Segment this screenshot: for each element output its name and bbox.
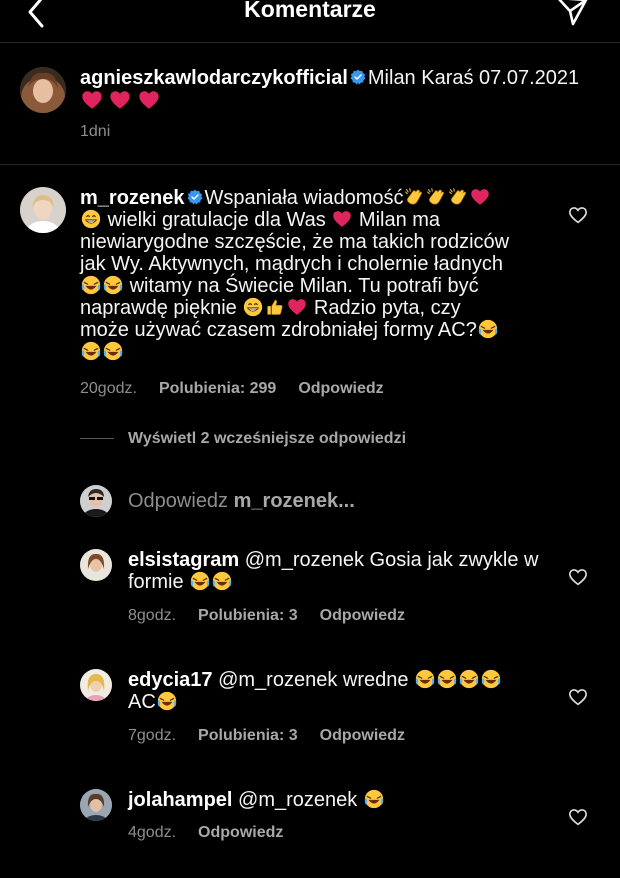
- verified-badge-icon: [187, 189, 203, 205]
- comment-line: Wspaniała wiadomość: [204, 187, 404, 209]
- reply-username[interactable]: elsistagram: [128, 549, 239, 571]
- caption-time: 1dni: [80, 123, 111, 140]
- grinning-face-emoji-icon: [81, 209, 101, 229]
- clapping-hands-emoji-icon: [448, 187, 468, 207]
- divider-line: [80, 438, 114, 440]
- tears-of-joy-emoji-icon: [481, 669, 501, 689]
- comment-line: naprawdę pięknie: [80, 297, 237, 319]
- reply-time: 7godz.: [128, 727, 177, 744]
- reply-time: 8godz.: [128, 607, 177, 624]
- post-caption: agnieszkawlodarczykofficial Milan Karaś 0…: [0, 43, 620, 165]
- heart-outline-icon[interactable]: [568, 688, 588, 706]
- comment-line: Radzio pyta, czy: [313, 297, 461, 319]
- tears-of-joy-emoji-icon: [415, 669, 435, 689]
- tears-of-joy-emoji-icon: [212, 571, 232, 591]
- reply-text: elsistagram @m_rozenek Gosia jak zwykle …: [128, 549, 548, 593]
- tears-of-joy-emoji-icon: [478, 319, 498, 339]
- page-title: Komentarze: [244, 0, 376, 22]
- grinning-face-emoji-icon: [243, 297, 263, 317]
- reply-line: formie: [128, 571, 184, 593]
- comment-text: m_rozenek Wspaniała wiadomość wielki grat…: [80, 187, 560, 363]
- reply-meta: 7godz. Polubienia: 3 Odpowiedz: [128, 727, 427, 745]
- avatar[interactable]: [20, 187, 66, 233]
- heart-outline-icon[interactable]: [568, 206, 588, 224]
- red-heart-emoji-icon: [287, 297, 307, 317]
- avatar[interactable]: [80, 789, 112, 821]
- red-heart-emoji-icon: [470, 187, 490, 207]
- red-heart-emoji-icon: [332, 209, 352, 229]
- tears-of-joy-emoji-icon: [459, 669, 479, 689]
- tears-of-joy-emoji-icon: [157, 691, 177, 711]
- reply-button[interactable]: Odpowiedz: [298, 380, 383, 397]
- reply-placeholder-user: m_rozenek...: [233, 490, 355, 512]
- reply-time: 4godz.: [128, 824, 177, 841]
- comment-time: 20godz.: [80, 380, 137, 397]
- top-bar: Komentarze: [0, 0, 620, 43]
- reply-text: edycia17 @m_rozenek wredne AC: [128, 669, 548, 713]
- reply-meta: 8godz. Polubienia: 3 Odpowiedz: [128, 607, 427, 625]
- view-replies-label: Wyświetl 2 wcześniejsze odpowiedzi: [128, 430, 407, 447]
- comment-line: wielki gratulacje dla Was: [107, 209, 326, 231]
- reply-username[interactable]: jolahampel: [128, 789, 232, 811]
- caption-emoji-row: [80, 89, 161, 111]
- comment-meta: 20godz. Polubienia: 299 Odpowiedz: [80, 380, 406, 398]
- comment-line: Milan ma: [358, 209, 441, 231]
- reply-placeholder: Odpowiedz: [128, 490, 229, 512]
- paper-plane-icon[interactable]: [556, 0, 588, 26]
- tears-of-joy-emoji-icon: [103, 341, 123, 361]
- tears-of-joy-emoji-icon: [81, 341, 101, 361]
- heart-outline-icon[interactable]: [568, 568, 588, 586]
- reply-composer: Odpowiedz m_rozenek...: [80, 484, 580, 518]
- reply-text: jolahampel @m_rozenek: [128, 789, 548, 811]
- tears-of-joy-emoji-icon: [190, 571, 210, 591]
- reply-button[interactable]: Odpowiedz: [198, 824, 283, 841]
- reply-meta: 4godz. Odpowiedz: [128, 824, 305, 842]
- clapping-hands-emoji-icon: [404, 187, 424, 207]
- caption-body: Milan Karaś 07.07.2021: [367, 67, 580, 89]
- comment-line: witamy na Świecie Milan. Tu potrafi być: [129, 275, 479, 297]
- reply-line: @m_rozenek Gosia jak zwykle w: [244, 549, 539, 571]
- red-heart-emoji-icon: [138, 89, 160, 111]
- tears-of-joy-emoji-icon: [81, 275, 101, 295]
- reply-input[interactable]: Odpowiedz m_rozenek...: [128, 484, 528, 518]
- comment-line: niewiarygodne szczęście, że ma takich ro…: [80, 231, 510, 253]
- avatar[interactable]: [20, 67, 66, 113]
- clapping-hands-emoji-icon: [426, 187, 446, 207]
- tears-of-joy-emoji-icon: [103, 275, 123, 295]
- caption-text: agnieszkawlodarczykofficial Milan Karaś 0…: [80, 67, 600, 89]
- comment-line: może używać czasem zdrobniałej formy AC?: [80, 319, 477, 341]
- reply-button[interactable]: Odpowiedz: [320, 607, 405, 624]
- thumbs-up-emoji-icon: [265, 297, 285, 317]
- avatar[interactable]: [80, 549, 112, 581]
- avatar: [80, 485, 112, 517]
- reply-button[interactable]: Odpowiedz: [320, 727, 405, 744]
- red-heart-emoji-icon: [81, 89, 103, 111]
- tears-of-joy-emoji-icon: [437, 669, 457, 689]
- view-earlier-replies-button[interactable]: Wyświetl 2 wcześniejsze odpowiedzi: [80, 430, 406, 448]
- reply-line: @m_rozenek wredne: [218, 669, 409, 691]
- verified-badge-icon: [350, 69, 366, 85]
- caption-username[interactable]: agnieszkawlodarczykofficial: [80, 67, 348, 89]
- likes-count-button[interactable]: Polubienia: 299: [159, 380, 276, 397]
- likes-count-button[interactable]: Polubienia: 3: [198, 607, 298, 624]
- reply-line: AC: [128, 691, 156, 713]
- tears-of-joy-emoji-icon: [364, 789, 384, 809]
- comment-line: jak Wy. Aktywnych, mądrych i cholernie ł…: [80, 253, 503, 275]
- red-heart-emoji-icon: [109, 89, 131, 111]
- reply-username[interactable]: edycia17: [128, 669, 213, 691]
- heart-outline-icon[interactable]: [568, 808, 588, 826]
- reply-line: @m_rozenek: [238, 789, 358, 811]
- caption-meta: 1dni: [80, 123, 132, 141]
- likes-count-button[interactable]: Polubienia: 3: [198, 727, 298, 744]
- comment-username[interactable]: m_rozenek: [80, 187, 185, 209]
- avatar[interactable]: [80, 669, 112, 701]
